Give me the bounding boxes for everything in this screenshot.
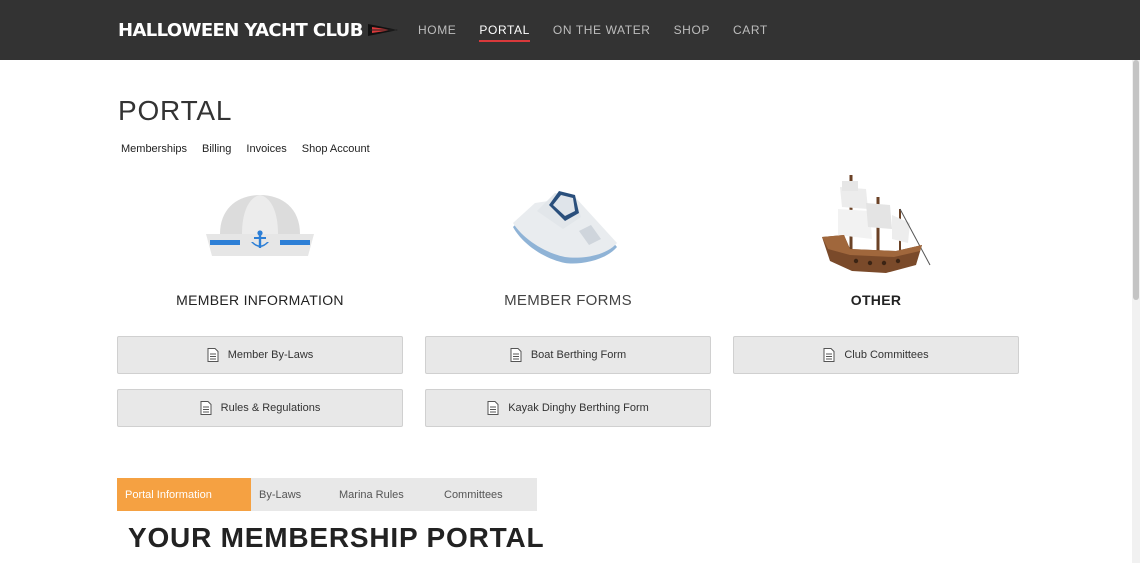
nav-cart[interactable]: CART (733, 23, 768, 37)
subnav-invoices[interactable]: Invoices (246, 143, 286, 155)
membership-portal-heading: YOUR MEMBERSHIP PORTAL (128, 522, 545, 553)
main-nav: HOME PORTAL ON THE WATER SHOP CART (418, 0, 791, 60)
button-label: Rules & Regulations (220, 402, 321, 414)
button-label: Boat Berthing Form (530, 349, 627, 361)
scrollbar-thumb[interactable] (1133, 60, 1139, 300)
subnav-memberships[interactable]: Memberships (121, 143, 187, 155)
nav-shop[interactable]: SHOP (674, 23, 710, 37)
button-label: Club Committees (844, 349, 929, 361)
tab-marina-rules[interactable]: Marina Rules (331, 478, 436, 511)
other-heading: OTHER (850, 292, 902, 308)
portal-subnav: Memberships Billing Invoices Shop Accoun… (121, 143, 385, 155)
brand-name: HALLOWEEN YACHT CLUB (118, 19, 363, 41)
document-icon (487, 401, 499, 415)
member-forms-heading: MEMBER FORMS (504, 292, 632, 309)
page-title: PORTAL (118, 95, 233, 126)
page-scrollbar[interactable] (1132, 60, 1140, 563)
portal-tabs: Portal Information By-Laws Marina Rules … (117, 478, 537, 511)
nav-portal[interactable]: PORTAL (479, 23, 530, 42)
tab-committees[interactable]: Committees (436, 478, 536, 511)
document-icon (200, 401, 212, 415)
tab-portal-information[interactable]: Portal Information (117, 478, 251, 511)
top-navbar: HALLOWEEN YACHT CLUB HOME PORTAL ON THE … (0, 0, 1140, 60)
document-icon (823, 348, 835, 362)
nav-home[interactable]: HOME (418, 23, 456, 37)
button-label: Member By-Laws (227, 349, 314, 361)
subnav-billing[interactable]: Billing (202, 143, 231, 155)
speedboat-icon (425, 165, 711, 285)
member-information-heading: MEMBER INFORMATION (176, 292, 344, 308)
subnav-shop-account[interactable]: Shop Account (302, 143, 370, 155)
brand-logo[interactable]: HALLOWEEN YACHT CLUB (118, 17, 398, 43)
boat-berthing-form-button[interactable]: Boat Berthing Form (425, 336, 711, 374)
nav-on-the-water[interactable]: ON THE WATER (553, 23, 651, 37)
document-icon (510, 348, 522, 362)
pennant-flag-icon (367, 24, 398, 36)
club-committees-button[interactable]: Club Committees (733, 336, 1019, 374)
rules-regulations-button[interactable]: Rules & Regulations (117, 389, 403, 427)
document-icon (207, 348, 219, 362)
button-label: Kayak Dinghy Berthing Form (508, 402, 649, 414)
member-by-laws-button[interactable]: Member By-Laws (117, 336, 403, 374)
kayak-dinghy-berthing-form-button[interactable]: Kayak Dinghy Berthing Form (425, 389, 711, 427)
sailor-hat-icon (117, 165, 403, 285)
tab-by-laws[interactable]: By-Laws (251, 478, 331, 511)
galleon-ship-icon (733, 165, 1019, 285)
